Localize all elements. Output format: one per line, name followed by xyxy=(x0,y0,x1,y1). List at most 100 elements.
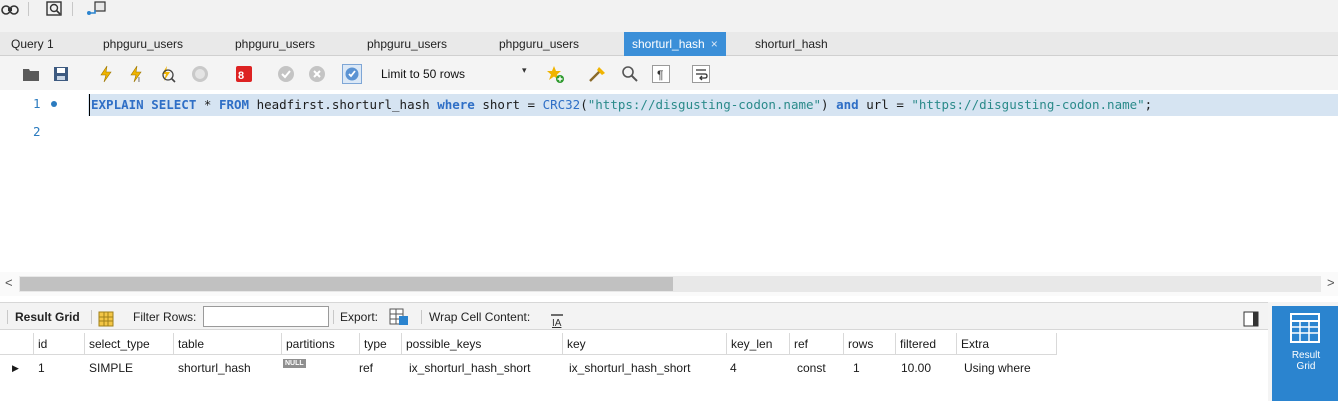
find-icon[interactable] xyxy=(621,65,639,83)
svg-text:8: 8 xyxy=(238,70,244,82)
query-tab-bar: Query 1 phpguru_users phpguru_users phpg… xyxy=(0,32,1338,56)
toggle-continue-icon[interactable]: 8 xyxy=(235,65,253,83)
column-header[interactable]: partitions xyxy=(282,333,360,355)
scroll-right-icon[interactable]: > xyxy=(1327,275,1335,290)
text-cursor xyxy=(89,94,90,116)
execute-current-icon[interactable]: I xyxy=(127,65,145,84)
cell-table[interactable]: shorturl_hash xyxy=(174,357,251,379)
sql-text: ; xyxy=(1144,97,1153,112)
tab-label: Query 1 xyxy=(11,37,54,51)
scroll-left-icon[interactable]: < xyxy=(5,275,13,290)
null-badge: NULL xyxy=(283,359,306,368)
column-header[interactable]: id xyxy=(34,333,85,355)
sql-text: headfirst.shorturl_hash xyxy=(249,97,438,112)
invisible-chars-icon[interactable]: ¶ xyxy=(652,65,670,83)
autocommit-toggle-icon[interactable] xyxy=(342,64,362,84)
sql-keyword: FROM xyxy=(218,97,250,112)
editor-toolbar: I 8 Limit to 50 rows ▾ ¶ xyxy=(0,56,1338,90)
cell-type[interactable]: ref xyxy=(355,357,373,379)
sql-text: ) xyxy=(821,97,837,112)
toggle-panel-icon[interactable] xyxy=(1243,309,1259,327)
rollback-icon[interactable] xyxy=(308,65,326,83)
inspect-icon[interactable] xyxy=(44,0,66,18)
svg-text:¶: ¶ xyxy=(657,68,663,82)
add-snippet-icon[interactable] xyxy=(546,65,564,83)
tab-label: shorturl_hash xyxy=(755,37,828,51)
commit-icon[interactable] xyxy=(277,65,295,83)
tab-label: phpguru_users xyxy=(103,37,184,51)
result-grid-icon xyxy=(1290,313,1320,343)
column-header[interactable]: key xyxy=(563,333,727,355)
open-folder-icon[interactable] xyxy=(22,65,40,83)
cell-rows[interactable]: 1 xyxy=(849,357,860,379)
sql-string: "https://disgusting-codon.name" xyxy=(587,97,822,112)
filter-rows-label: Filter Rows: xyxy=(133,310,197,324)
statement-marker-icon xyxy=(51,101,57,107)
column-header[interactable]: filtered xyxy=(896,333,957,355)
export-icon[interactable] xyxy=(389,308,409,326)
result-grid-side-button[interactable]: Result Grid xyxy=(1272,306,1338,401)
result-grid-label[interactable]: Result Grid xyxy=(15,303,80,331)
filter-rows-input[interactable] xyxy=(203,306,329,327)
explain-icon[interactable] xyxy=(158,65,176,83)
tab-phpguru-users[interactable]: phpguru_users xyxy=(103,32,183,56)
execute-icon[interactable] xyxy=(97,65,115,83)
cell-key-len[interactable]: 4 xyxy=(726,357,737,379)
column-header[interactable]: table xyxy=(174,333,282,355)
separator xyxy=(7,310,8,324)
close-tab-icon[interactable]: × xyxy=(711,37,718,51)
scroll-thumb[interactable] xyxy=(20,277,673,291)
column-header[interactable]: ref xyxy=(790,333,844,355)
chevron-down-icon[interactable]: ▾ xyxy=(522,65,527,76)
sql-keyword: where xyxy=(437,97,475,112)
tab-shorturl-hash-active[interactable]: shorturl_hash × xyxy=(624,32,726,56)
cell-filtered[interactable]: 10.00 xyxy=(897,357,931,379)
binoculars-icon[interactable] xyxy=(0,0,20,18)
grid-layout-icon[interactable] xyxy=(98,309,114,327)
column-header[interactable]: key_len xyxy=(727,333,790,355)
sql-editor[interactable]: 1 2 EXPLAIN SELECT * FROM headfirst.shor… xyxy=(0,90,1338,272)
tab-shorturl-hash[interactable]: shorturl_hash xyxy=(755,32,828,56)
column-header[interactable]: rows xyxy=(844,333,896,355)
cell-select-type[interactable]: SIMPLE xyxy=(85,357,133,379)
tab-phpguru-users[interactable]: phpguru_users xyxy=(235,32,315,56)
tab-query-1[interactable]: Query 1 xyxy=(11,32,54,56)
limit-rows-select[interactable]: Limit to 50 rows xyxy=(381,64,465,84)
sql-line-1[interactable]: EXPLAIN SELECT * FROM headfirst.shorturl… xyxy=(88,94,1338,116)
column-header[interactable]: Extra xyxy=(957,333,1057,355)
wrap-cell-icon[interactable]: IA xyxy=(550,310,564,329)
cell-possible-keys[interactable]: ix_shorturl_hash_short xyxy=(405,357,530,379)
sql-keyword: and xyxy=(836,97,859,112)
word-wrap-icon[interactable] xyxy=(692,65,710,83)
tab-label: phpguru_users xyxy=(499,37,580,51)
connect-icon[interactable] xyxy=(85,0,109,18)
column-header[interactable]: select_type xyxy=(85,333,174,355)
column-header[interactable]: type xyxy=(360,333,402,355)
stop-icon[interactable] xyxy=(191,65,209,83)
beautify-icon[interactable] xyxy=(588,65,606,83)
cell-ref[interactable]: const xyxy=(793,357,826,379)
tab-phpguru-users[interactable]: phpguru_users xyxy=(499,32,579,56)
horizontal-scrollbar[interactable]: < > xyxy=(0,272,1338,296)
cell-key[interactable]: ix_shorturl_hash_short xyxy=(565,357,690,379)
current-row-marker-icon: ▶ xyxy=(12,363,19,373)
tab-label: shorturl_hash xyxy=(632,37,705,51)
result-grid-button-label: Result Grid xyxy=(1291,350,1321,372)
tab-label: phpguru_users xyxy=(367,37,448,51)
svg-text:IA: IA xyxy=(552,318,562,328)
svg-text:I: I xyxy=(138,77,140,83)
sql-function: CRC32 xyxy=(542,97,581,112)
tab-phpguru-users[interactable]: phpguru_users xyxy=(367,32,447,56)
save-icon[interactable] xyxy=(52,65,70,83)
export-label: Export: xyxy=(340,310,379,324)
column-header[interactable]: possible_keys xyxy=(402,333,563,355)
separator xyxy=(72,2,73,16)
result-toolbar: Result Grid Filter Rows: Export: Wrap Ce… xyxy=(0,302,1268,330)
sql-keyword: EXPLAIN SELECT xyxy=(91,97,197,112)
cell-extra[interactable]: Using where xyxy=(960,357,1031,379)
sql-text: ( xyxy=(580,97,588,112)
cell-id[interactable]: 1 xyxy=(34,357,45,379)
line-number: 2 xyxy=(33,124,41,139)
cell-partitions[interactable]: NULL xyxy=(279,357,306,379)
top-toolbar xyxy=(0,0,1338,32)
